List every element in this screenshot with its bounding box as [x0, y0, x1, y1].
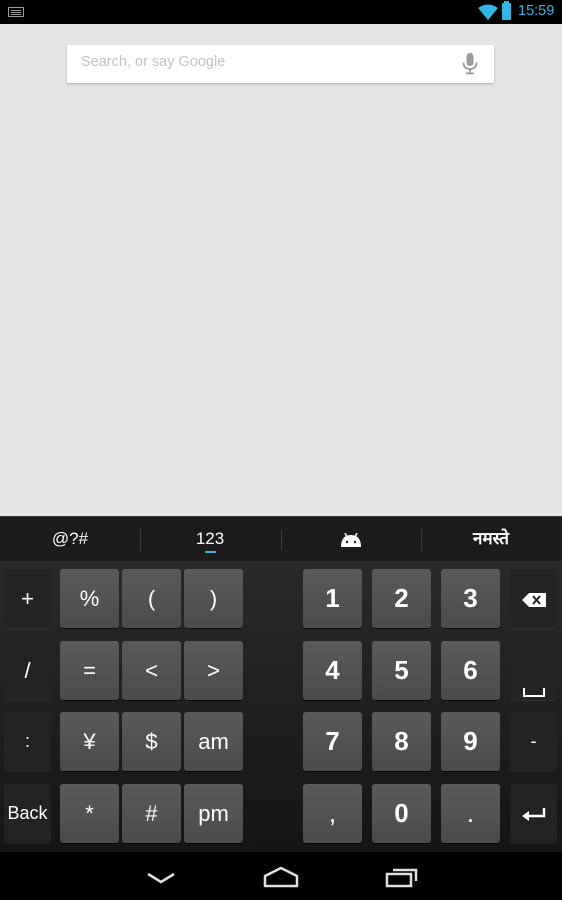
- back-icon[interactable]: [146, 872, 176, 886]
- key-percent[interactable]: %: [60, 569, 119, 628]
- key-dollar[interactable]: $: [122, 712, 181, 771]
- tab-hindi[interactable]: नमस्ते: [421, 517, 561, 562]
- home-screen: [0, 24, 562, 516]
- key-space[interactable]: [510, 641, 557, 700]
- home-icon[interactable]: [263, 866, 299, 888]
- key-greater-than[interactable]: >: [184, 641, 243, 700]
- clock: 15:59: [518, 3, 555, 19]
- key-colon[interactable]: :: [4, 712, 51, 771]
- key-open-paren[interactable]: (: [122, 569, 181, 628]
- key-close-paren[interactable]: ): [184, 569, 243, 628]
- key-6[interactable]: 6: [441, 641, 500, 700]
- keyboard: @?# 123 नमस्ते + / : Back % ( ) = < > ¥ …: [0, 516, 562, 852]
- battery-icon: [502, 1, 511, 20]
- backspace-icon: [521, 593, 546, 608]
- key-0[interactable]: 0: [372, 784, 431, 843]
- key-asterisk[interactable]: *: [60, 784, 119, 843]
- space-icon: [522, 688, 545, 697]
- key-4[interactable]: 4: [303, 641, 362, 700]
- tab-numbers[interactable]: 123: [140, 517, 280, 562]
- key-equals[interactable]: =: [60, 641, 119, 700]
- wifi-icon: [478, 4, 498, 20]
- key-slash[interactable]: /: [4, 641, 51, 700]
- tab-emoji[interactable]: [281, 517, 421, 562]
- key-2[interactable]: 2: [372, 569, 431, 628]
- navigation-bar: [0, 852, 562, 900]
- status-bar: 15:59: [0, 0, 562, 24]
- key-8[interactable]: 8: [372, 712, 431, 771]
- mic-icon[interactable]: [462, 53, 478, 75]
- key-less-than[interactable]: <: [122, 641, 181, 700]
- key-minus[interactable]: -: [510, 712, 557, 771]
- key-1[interactable]: 1: [303, 569, 362, 628]
- key-3[interactable]: 3: [441, 569, 500, 628]
- key-hash[interactable]: #: [122, 784, 181, 843]
- key-pm[interactable]: pm: [184, 784, 243, 843]
- keyboard-notification-icon: [8, 7, 24, 17]
- key-comma[interactable]: ,: [303, 784, 362, 843]
- key-plus[interactable]: +: [4, 569, 51, 628]
- key-am[interactable]: am: [184, 712, 243, 771]
- search-bar[interactable]: [67, 45, 494, 83]
- keyboard-tab-bar: @?# 123 नमस्ते: [0, 516, 562, 561]
- key-enter[interactable]: [510, 784, 557, 843]
- tab-symbols[interactable]: @?#: [0, 517, 140, 562]
- recent-apps-icon[interactable]: [385, 866, 419, 888]
- key-7[interactable]: 7: [303, 712, 362, 771]
- enter-icon: [521, 808, 545, 822]
- key-period[interactable]: .: [441, 784, 500, 843]
- key-back[interactable]: Back: [4, 784, 51, 843]
- key-9[interactable]: 9: [441, 712, 500, 771]
- key-5[interactable]: 5: [372, 641, 431, 700]
- android-icon: [341, 532, 361, 547]
- search-input[interactable]: [81, 54, 441, 70]
- key-backspace[interactable]: [510, 569, 557, 628]
- key-yen[interactable]: ¥: [60, 712, 119, 771]
- tab-selected-indicator: [205, 551, 216, 553]
